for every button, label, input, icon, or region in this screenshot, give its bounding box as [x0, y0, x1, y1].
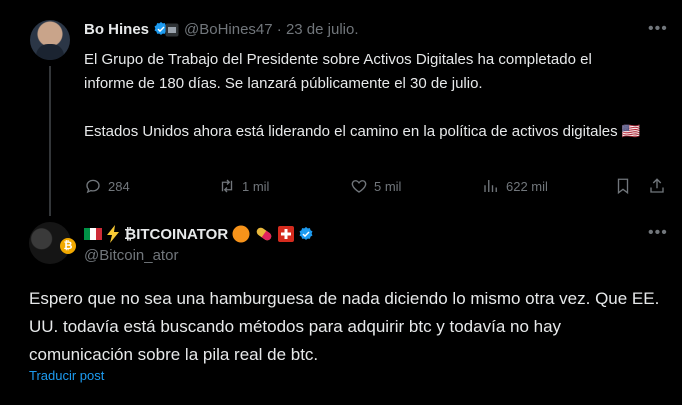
- reply-button[interactable]: 284: [84, 175, 130, 197]
- bitcoin-coin-icon: ₿: [60, 238, 76, 254]
- affiliate-badge-icon: [165, 23, 179, 37]
- repost-icon: [221, 179, 233, 193]
- orange-circle-icon: [232, 225, 250, 243]
- repost-count: 1 mil: [242, 178, 270, 194]
- reply-handle[interactable]: @Bitcoin_ator: [84, 247, 178, 264]
- like-icon: [351, 180, 367, 193]
- reply-author-row: ₿ITCOINATOR: [84, 225, 314, 243]
- reply-count: 284: [108, 178, 130, 194]
- lightning-icon: [107, 225, 119, 243]
- post-text: El Grupo de Trabajo del Presidente sobre…: [84, 48, 644, 144]
- views-count: 622 mil: [506, 178, 548, 194]
- separator-dot: ·: [276, 21, 286, 38]
- post-date[interactable]: 23 de julio.: [286, 21, 359, 38]
- thread-line: [49, 66, 51, 216]
- views-icon: [484, 180, 497, 192]
- author-avatar[interactable]: [30, 20, 70, 60]
- post-author-row: Bo Hines: [84, 21, 169, 38]
- post-paragraph-1: El Grupo de Trabajo del Presidente sobre…: [84, 51, 592, 92]
- more-icon[interactable]: •••: [648, 20, 668, 38]
- repost-button[interactable]: 1 mil: [218, 175, 269, 197]
- author-name[interactable]: Bo Hines: [84, 21, 149, 38]
- pill-icon: [256, 227, 272, 241]
- bookmark-icon: [617, 178, 629, 195]
- share-button[interactable]: [648, 175, 666, 197]
- like-count: 5 mil: [374, 178, 402, 194]
- author-handle[interactable]: @BoHines47: [184, 21, 273, 38]
- verified-icon: [299, 227, 313, 240]
- bookmark-button[interactable]: [614, 175, 632, 197]
- post-paragraph-2: Estados Unidos ahora está liderando el c…: [84, 123, 641, 140]
- like-button[interactable]: 5 mil: [350, 175, 401, 197]
- reply-author-name[interactable]: ₿ITCOINATOR: [124, 226, 228, 243]
- views-button[interactable]: 622 mil: [482, 175, 548, 197]
- reply-more-icon[interactable]: •••: [648, 224, 668, 242]
- italy-flag-icon: [84, 228, 102, 240]
- swiss-flag-icon: [278, 226, 295, 242]
- reply-text: Espero que no sea una hamburguesa de nad…: [29, 289, 660, 364]
- reply-icon: [86, 179, 100, 194]
- post-meta: @BoHines47 · 23 de julio.: [184, 21, 359, 38]
- share-icon: [650, 178, 664, 193]
- translate-post-link[interactable]: Traducir post: [29, 368, 104, 383]
